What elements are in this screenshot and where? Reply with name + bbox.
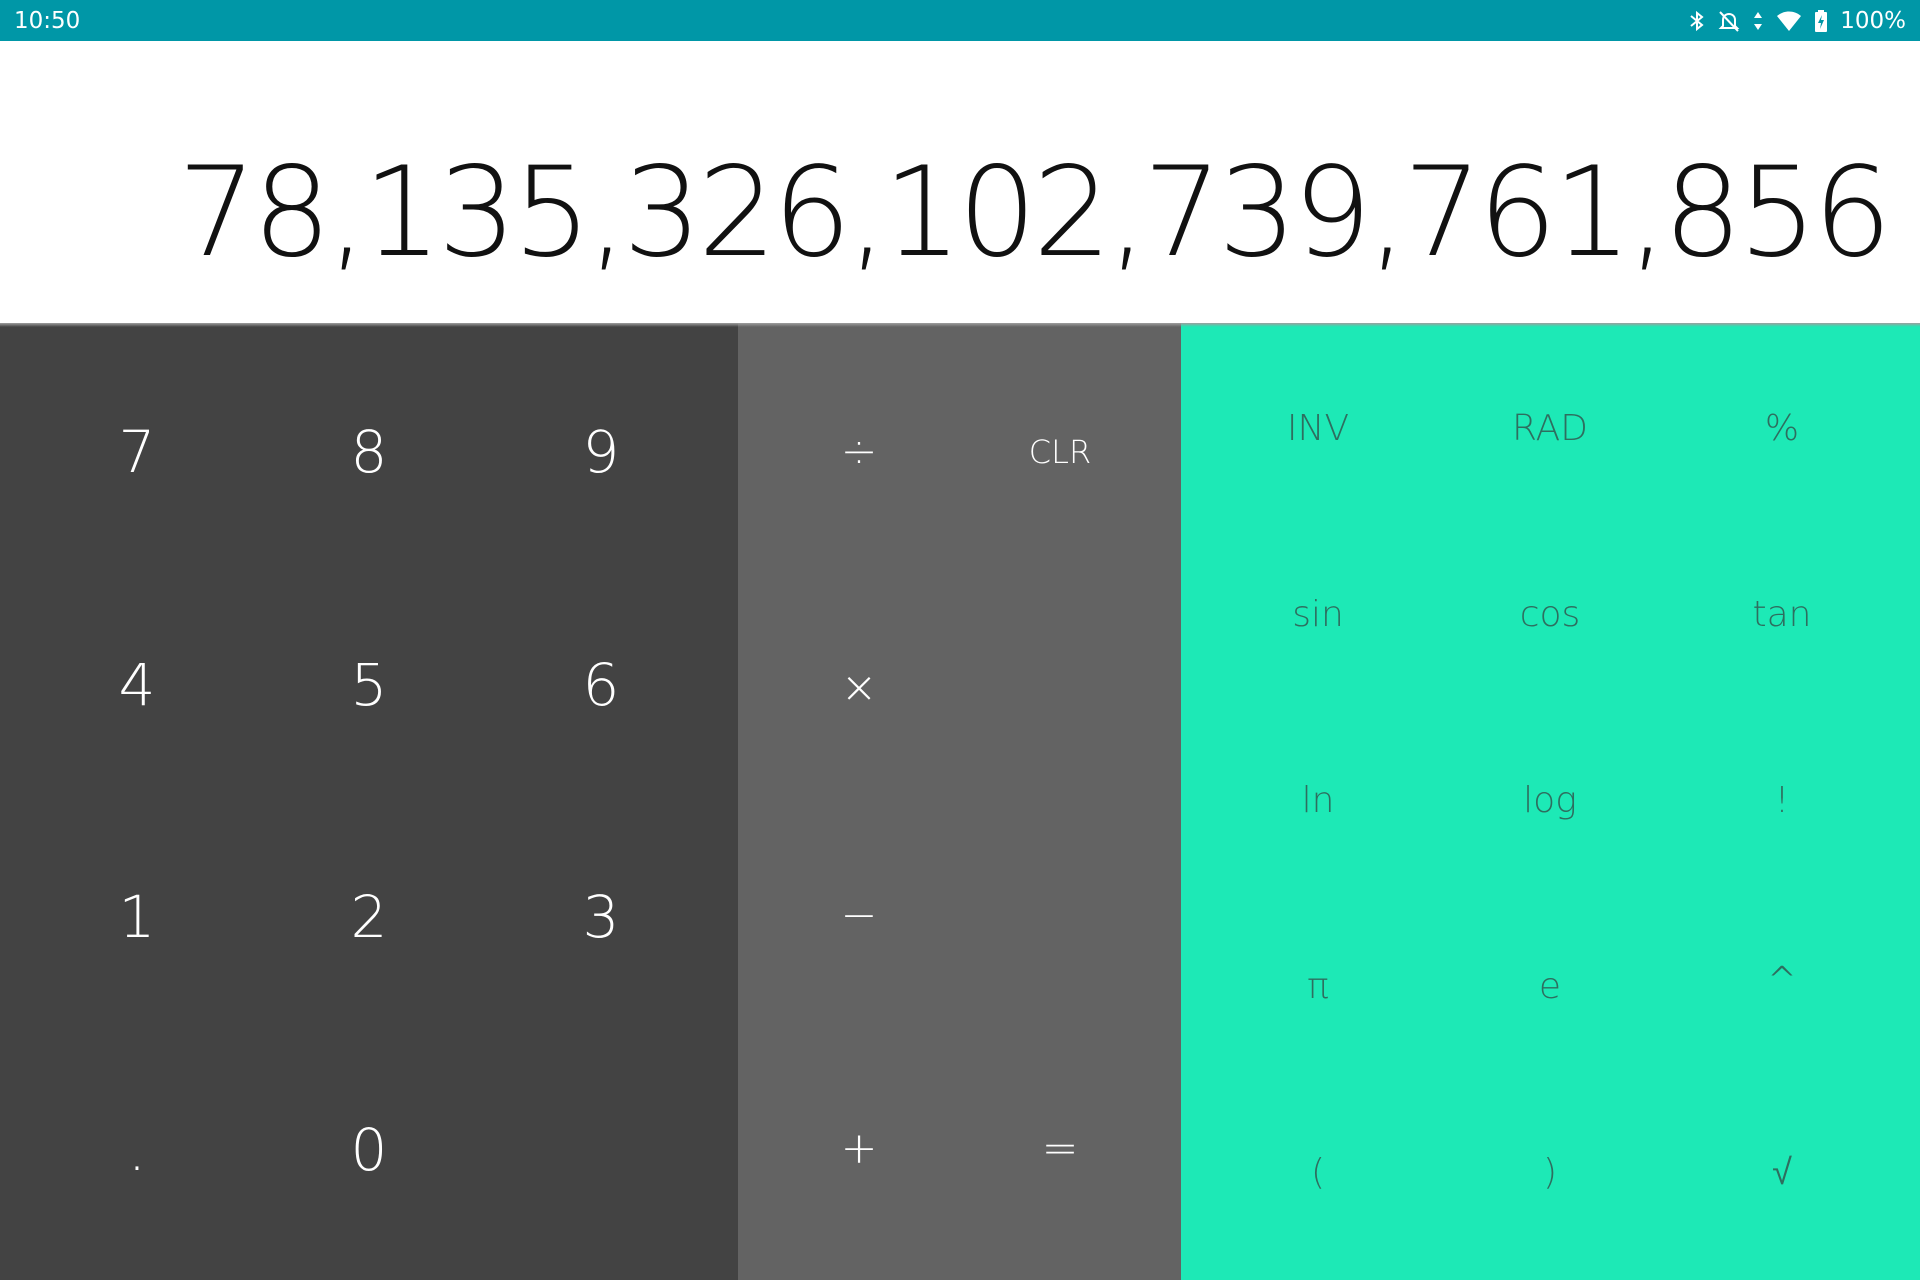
ln-button[interactable]: ln (1302, 783, 1335, 819)
rad-deg-toggle-button[interactable]: RAD (1512, 411, 1588, 447)
notifications-off-icon (1718, 10, 1740, 32)
pi-button[interactable]: π (1307, 969, 1329, 1005)
bluetooth-icon (1690, 10, 1704, 31)
open-paren-button[interactable]: ( (1311, 1155, 1325, 1191)
battery-percent: 100% (1840, 7, 1906, 34)
minus-button[interactable]: − (841, 894, 878, 938)
digit-0-button[interactable]: 0 (351, 1121, 388, 1179)
power-button[interactable]: ^ (1767, 963, 1797, 999)
clear-button[interactable]: CLR (1029, 436, 1091, 468)
operator-pad: ÷ CLR × − + = (738, 323, 1181, 1280)
battery-charging-icon (1815, 9, 1828, 32)
advanced-pad: INV RAD % sin cos tan ln log ! π e ^ ( )… (1181, 323, 1920, 1280)
digit-2-button[interactable]: 2 (351, 888, 388, 946)
close-paren-button[interactable]: ) (1543, 1155, 1557, 1191)
digit-4-button[interactable]: 4 (119, 656, 156, 714)
data-arrows-icon (1754, 11, 1763, 30)
divide-button[interactable]: ÷ (841, 430, 878, 474)
decimal-point-button[interactable]: . (128, 1121, 146, 1179)
numpad: 7 8 9 4 5 6 1 2 3 . 0 (0, 323, 738, 1280)
factorial-button[interactable]: ! (1775, 783, 1789, 819)
log-button[interactable]: log (1523, 783, 1577, 819)
e-button[interactable]: e (1539, 969, 1561, 1005)
digit-8-button[interactable]: 8 (351, 423, 388, 481)
display-value[interactable]: 78,135,326,102,739,761,856 (178, 151, 1892, 275)
cos-button[interactable]: cos (1520, 597, 1581, 633)
status-time: 10:50 (14, 7, 81, 34)
digit-7-button[interactable]: 7 (119, 423, 156, 481)
square-root-button[interactable]: √ (1772, 1155, 1792, 1191)
result-display: 78,135,326,102,739,761,856 (0, 41, 1920, 323)
digit-3-button[interactable]: 3 (583, 888, 620, 946)
wifi-icon (1777, 11, 1802, 31)
equals-button[interactable]: = (1042, 1127, 1079, 1171)
multiply-button[interactable]: × (841, 666, 878, 710)
digit-9-button[interactable]: 9 (583, 423, 620, 481)
inverse-button[interactable]: INV (1287, 411, 1349, 447)
digit-5-button[interactable]: 5 (351, 656, 388, 714)
digit-6-button[interactable]: 6 (583, 656, 620, 714)
tan-button[interactable]: tan (1753, 597, 1812, 633)
status-icons: 100% (1688, 8, 1906, 34)
status-bar: 10:50 100% (0, 0, 1920, 41)
digit-1-button[interactable]: 1 (119, 888, 156, 946)
percent-button[interactable]: % (1765, 411, 1799, 447)
sin-button[interactable]: sin (1292, 597, 1344, 633)
plus-button[interactable]: + (841, 1127, 878, 1171)
